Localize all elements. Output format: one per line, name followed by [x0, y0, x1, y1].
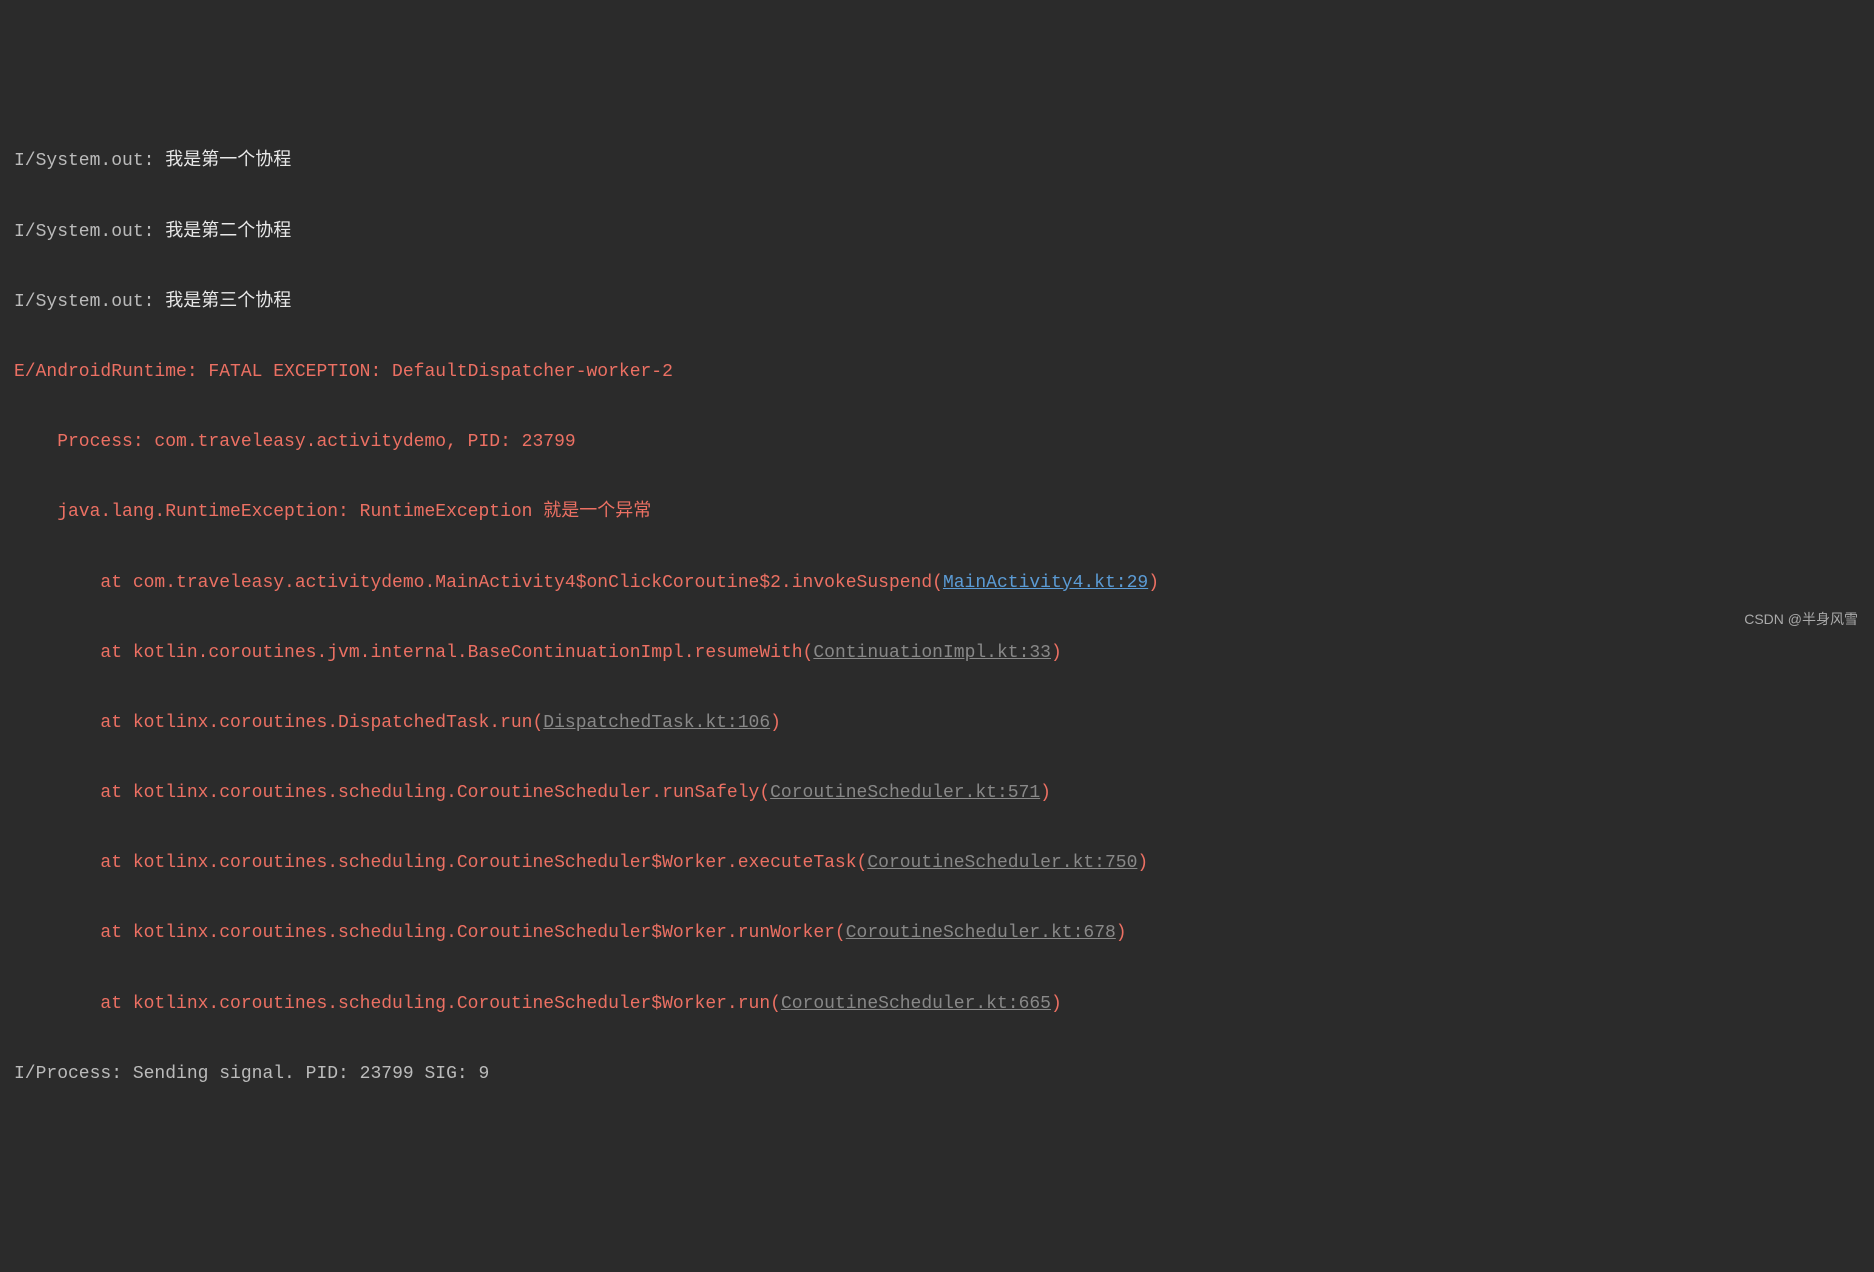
stack-prefix: at kotlinx.coroutines.scheduling.Corouti…: [14, 923, 846, 943]
source-link[interactable]: CoroutineScheduler.kt:750: [867, 853, 1137, 873]
stack-frame: at kotlinx.coroutines.scheduling.Corouti…: [14, 916, 1860, 951]
source-link[interactable]: DispatchedTask.kt:106: [543, 713, 770, 733]
source-link[interactable]: CoroutineScheduler.kt:678: [846, 923, 1116, 943]
stack-prefix: at com.traveleasy.activitydemo.MainActiv…: [14, 573, 943, 593]
stack-frame: at kotlinx.coroutines.scheduling.Corouti…: [14, 776, 1860, 811]
log-msg: 我是第一个协程: [165, 151, 291, 171]
source-link[interactable]: MainActivity4.kt:29: [943, 573, 1148, 593]
stack-prefix: at kotlin.coroutines.jvm.internal.BaseCo…: [14, 643, 813, 663]
log-msg: Sending signal. PID: 23799 SIG: 9: [133, 1064, 489, 1084]
log-line-info: I/System.out: 我是第二个协程: [14, 215, 1860, 250]
log-tag: I/System.out:: [14, 222, 165, 242]
log-tag: I/System.out:: [14, 292, 165, 312]
log-msg: 我是第二个协程: [165, 222, 291, 242]
log-msg: 我是第三个协程: [165, 292, 291, 312]
stack-prefix: at kotlinx.coroutines.scheduling.Corouti…: [14, 783, 770, 803]
stack-suffix: ): [1148, 573, 1159, 593]
stack-frame: at kotlinx.coroutines.scheduling.Corouti…: [14, 987, 1860, 1022]
stack-suffix: ): [1137, 853, 1148, 873]
log-tag: I/Process:: [14, 1064, 133, 1084]
stack-frame: at kotlin.coroutines.jvm.internal.BaseCo…: [14, 636, 1860, 671]
stack-suffix: ): [1116, 923, 1127, 943]
stack-suffix: ): [1051, 643, 1062, 663]
stack-prefix: at kotlinx.coroutines.DispatchedTask.run…: [14, 713, 543, 733]
source-link[interactable]: CoroutineScheduler.kt:665: [781, 994, 1051, 1014]
error-exception: java.lang.RuntimeException: RuntimeExcep…: [14, 495, 1860, 530]
stack-suffix: ): [770, 713, 781, 733]
stack-frame: at kotlinx.coroutines.scheduling.Corouti…: [14, 846, 1860, 881]
log-tag: I/System.out:: [14, 151, 165, 171]
log-line-info: I/System.out: 我是第一个协程: [14, 144, 1860, 179]
source-link[interactable]: ContinuationImpl.kt:33: [813, 643, 1051, 663]
stack-frame: at kotlinx.coroutines.DispatchedTask.run…: [14, 706, 1860, 741]
stack-suffix: ): [1051, 994, 1062, 1014]
log-line-info: I/Process: Sending signal. PID: 23799 SI…: [14, 1057, 1860, 1092]
watermark: CSDN @半身风雪: [1744, 612, 1858, 626]
error-process: Process: com.traveleasy.activitydemo, PI…: [14, 425, 1860, 460]
source-link[interactable]: CoroutineScheduler.kt:571: [770, 783, 1040, 803]
stack-suffix: ): [1040, 783, 1051, 803]
stack-prefix: at kotlinx.coroutines.scheduling.Corouti…: [14, 853, 867, 873]
log-line-info: I/System.out: 我是第三个协程: [14, 285, 1860, 320]
stack-prefix: at kotlinx.coroutines.scheduling.Corouti…: [14, 994, 781, 1014]
error-header: E/AndroidRuntime: FATAL EXCEPTION: Defau…: [14, 355, 1860, 390]
stack-frame: at com.traveleasy.activitydemo.MainActiv…: [14, 566, 1860, 601]
